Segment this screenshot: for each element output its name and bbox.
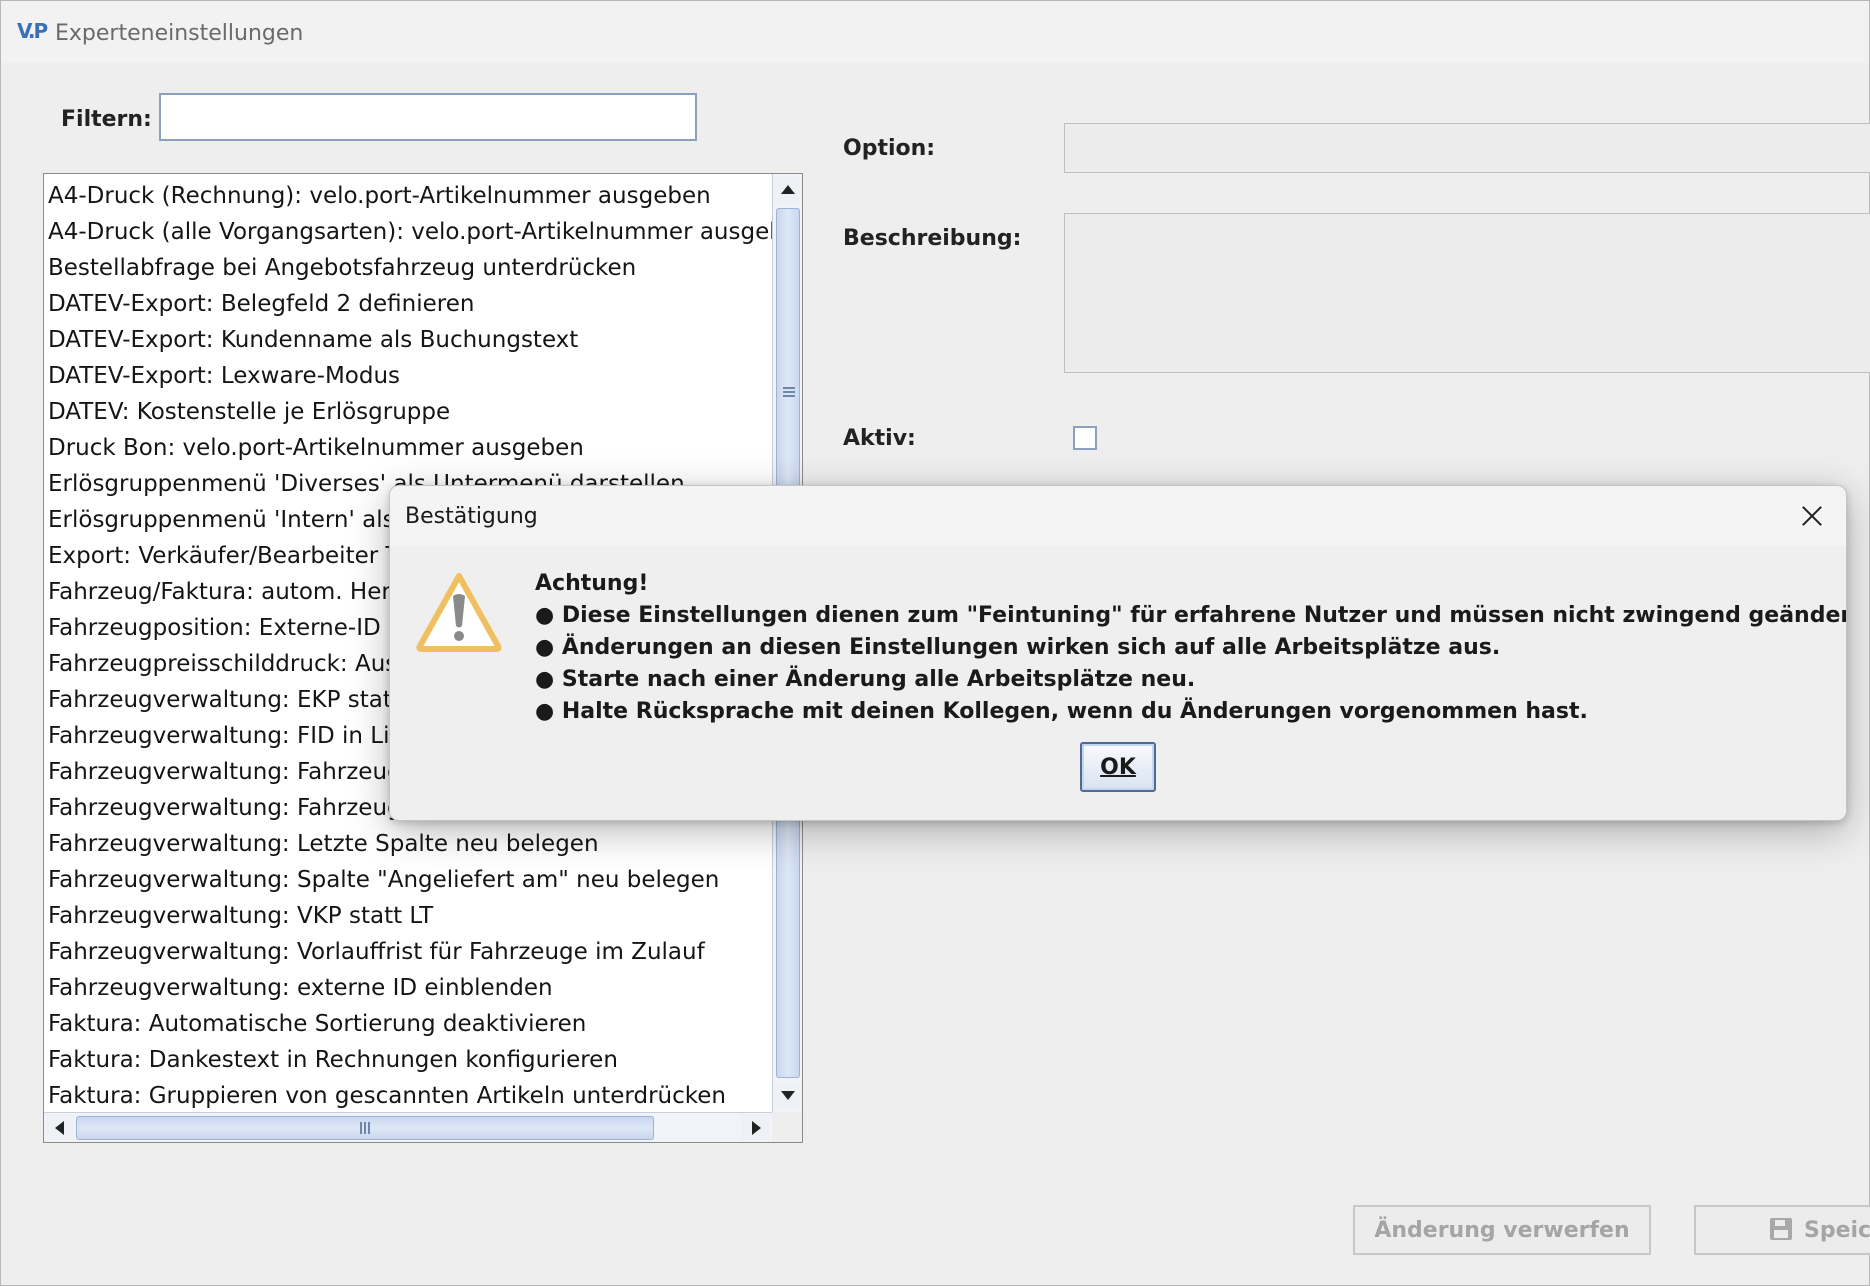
ok-button-label: OK: [1100, 754, 1136, 780]
description-label: Beschreibung:: [843, 226, 1022, 251]
list-item[interactable]: Fahrzeugverwaltung: VKP statt LT: [44, 898, 772, 934]
dialog-title: Bestätigung: [405, 504, 538, 529]
discard-button-label: Änderung verwerfen: [1374, 1217, 1630, 1243]
discard-changes-button[interactable]: Änderung verwerfen: [1353, 1205, 1651, 1255]
save-icon: [1770, 1218, 1792, 1240]
close-icon[interactable]: [1796, 500, 1828, 532]
option-field: [1064, 123, 1870, 173]
filter-label: Filtern:: [61, 107, 152, 132]
description-field: [1064, 213, 1870, 373]
filter-input[interactable]: [159, 93, 697, 141]
save-button[interactable]: Speich: [1694, 1205, 1870, 1255]
list-item[interactable]: Fahrzeugverwaltung: Vorlauffrist für Fah…: [44, 934, 772, 970]
horizontal-scroll-thumb[interactable]: [76, 1116, 654, 1140]
list-item[interactable]: DATEV-Export: Lexware-Modus: [44, 358, 772, 394]
warning-icon: [416, 573, 502, 652]
confirmation-dialog: Bestätigung Achtung! ● Diese Einstellung…: [389, 485, 1847, 821]
expert-settings-window: V.P Experteneinstellungen Filtern: A4-Dr…: [0, 0, 1870, 1286]
ok-button[interactable]: OK: [1080, 742, 1156, 792]
list-item[interactable]: DATEV-Export: Kundenname als Buchungstex…: [44, 322, 772, 358]
scroll-up-button[interactable]: [774, 176, 802, 204]
arrow-right-icon: [752, 1121, 761, 1135]
dialog-message-line: ● Änderungen an diesen Einstellungen wir…: [535, 635, 1501, 660]
save-button-label: Speich: [1804, 1218, 1870, 1243]
list-item[interactable]: Fahrzeugverwaltung: Spalte "Angeliefert …: [44, 862, 772, 898]
arrow-down-icon: [781, 1091, 795, 1100]
arrow-left-icon: [55, 1121, 64, 1135]
grip-icon: [783, 387, 795, 397]
grip-icon: [360, 1122, 370, 1134]
dialog-message-line: ● Diese Einstellungen dienen zum "Feintu…: [535, 603, 1847, 628]
window-title: Experteneinstellungen: [55, 21, 304, 46]
list-item[interactable]: Faktura: Automatische Sortierung deaktiv…: [44, 1006, 772, 1042]
list-item[interactable]: Druck Bon: velo.port-Artikelnummer ausge…: [44, 430, 772, 466]
arrow-up-icon: [781, 185, 795, 194]
list-item[interactable]: Fahrzeugverwaltung: Letzte Spalte neu be…: [44, 826, 772, 862]
active-label: Aktiv:: [843, 426, 916, 451]
scroll-down-button[interactable]: [774, 1082, 802, 1110]
horizontal-scrollbar[interactable]: [44, 1112, 772, 1142]
list-item[interactable]: A4-Druck (Rechnung): velo.port-Artikelnu…: [44, 178, 772, 214]
scroll-corner: [772, 1112, 802, 1142]
dialog-heading: Achtung!: [535, 571, 649, 596]
dialog-message-line: ● Starte nach einer Änderung alle Arbeit…: [535, 667, 1196, 692]
dialog-message: Achtung! ● Diese Einstellungen dienen zu…: [535, 568, 1847, 728]
list-item[interactable]: DATEV: Kostenstelle je Erlösgruppe: [44, 394, 772, 430]
list-item[interactable]: Faktura: Dankestext in Rechnungen konfig…: [44, 1042, 772, 1078]
list-item[interactable]: Faktura: Gruppieren von gescannten Artik…: [44, 1078, 772, 1114]
dialog-message-line: ● Halte Rücksprache mit deinen Kollegen,…: [535, 699, 1588, 724]
list-item[interactable]: A4-Druck (alle Vorgangsarten): velo.port…: [44, 214, 772, 250]
option-label: Option:: [843, 136, 936, 161]
list-item[interactable]: Bestellabfrage bei Angebotsfahrzeug unte…: [44, 250, 772, 286]
window-titlebar[interactable]: V.P Experteneinstellungen: [1, 1, 1869, 63]
active-checkbox[interactable]: [1073, 426, 1097, 450]
app-logo: V.P: [17, 19, 48, 43]
list-item[interactable]: Fahrzeugverwaltung: externe ID einblende…: [44, 970, 772, 1006]
scroll-left-button[interactable]: [46, 1114, 74, 1142]
list-item[interactable]: DATEV-Export: Belegfeld 2 definieren: [44, 286, 772, 322]
dialog-titlebar[interactable]: Bestätigung: [390, 486, 1846, 546]
scroll-right-button[interactable]: [742, 1114, 770, 1142]
